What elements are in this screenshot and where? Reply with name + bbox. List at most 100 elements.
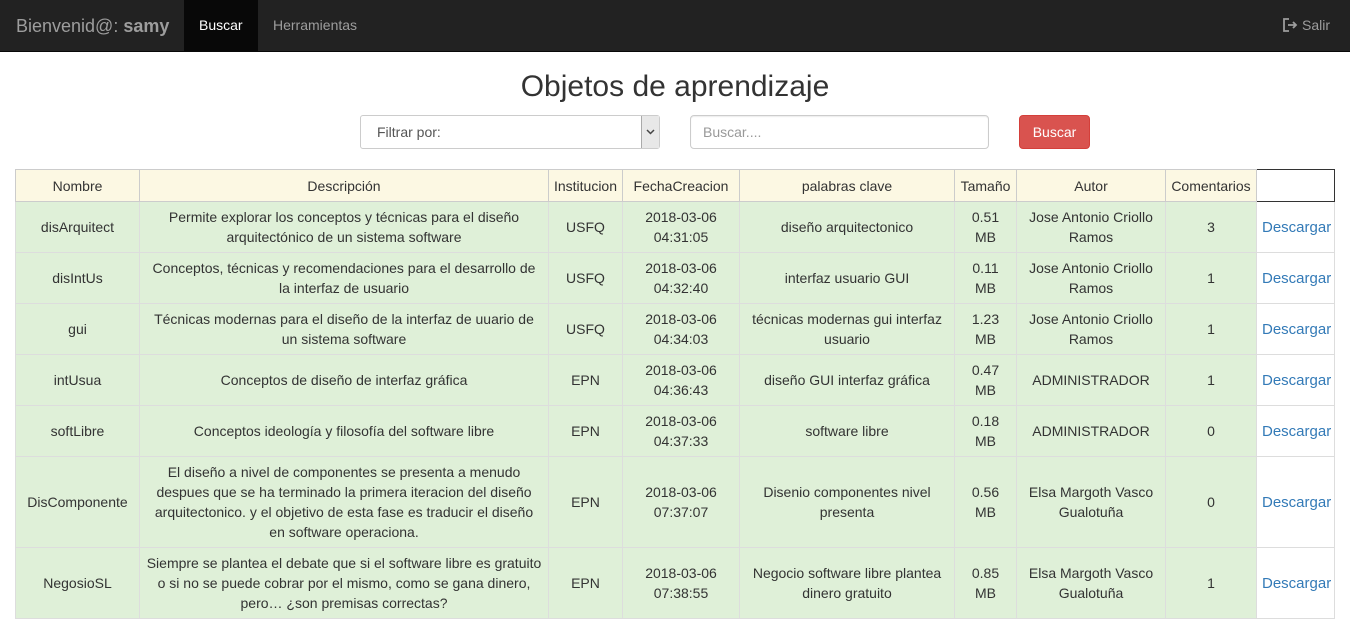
cell-palabras: técnicas modernas gui interfaz usuario [739, 303, 955, 355]
cell-descripcion: Conceptos ideología y filosofía del soft… [139, 405, 549, 457]
top-navbar: Bienvenid@: samy Buscar Herramientas Sal… [0, 0, 1350, 52]
welcome-brand: Bienvenid@: samy [16, 0, 169, 52]
cell-download: Descargar [1256, 303, 1335, 355]
table-row: softLibre Conceptos ideología y filosofí… [15, 405, 1335, 457]
cell-palabras: diseño GUI interfaz gráfica [739, 354, 955, 406]
table-row: disIntUs Conceptos, técnicas y recomenda… [15, 252, 1335, 304]
cell-download: Descargar [1256, 547, 1335, 619]
cell-autor: Elsa Margoth Vasco Gualotuña [1016, 456, 1166, 548]
cell-fecha: 2018-03-06 04:37:33 [622, 405, 740, 457]
cell-descripcion: Conceptos de diseño de interfaz gráfica [139, 354, 549, 406]
comments-link[interactable]: 0 [1165, 405, 1257, 457]
download-link[interactable]: Descargar [1262, 372, 1331, 389]
cell-descripcion: Técnicas modernas para el diseño de la i… [139, 303, 549, 355]
cell-institucion: USFQ [548, 201, 623, 253]
cell-nombre: gui [15, 303, 140, 355]
cell-nombre: intUsua [15, 354, 140, 406]
cell-download: Descargar [1256, 252, 1335, 304]
cell-institucion: USFQ [548, 303, 623, 355]
table-row: gui Técnicas modernas para el diseño de … [15, 303, 1335, 355]
download-link[interactable]: Descargar [1262, 494, 1331, 511]
cell-palabras: interfaz usuario GUI [739, 252, 955, 304]
cell-autor: Jose Antonio Criollo Ramos [1016, 303, 1166, 355]
comments-link[interactable]: 1 [1165, 354, 1257, 406]
cell-download: Descargar [1256, 405, 1335, 457]
cell-download: Descargar [1256, 201, 1335, 253]
column-header-comentarios[interactable]: Comentarios [1165, 169, 1257, 202]
brand-prefix: Bienvenid@: [16, 16, 124, 36]
cell-tamano: 0.85 MB [954, 547, 1017, 619]
cell-download: Descargar [1256, 456, 1335, 548]
cell-download: Descargar [1256, 354, 1335, 406]
download-link[interactable]: Descargar [1262, 575, 1331, 592]
cell-tamano: 0.47 MB [954, 354, 1017, 406]
comments-link[interactable]: 1 [1165, 547, 1257, 619]
cell-nombre: softLibre [15, 405, 140, 457]
cell-tamano: 0.51 MB [954, 201, 1017, 253]
brand-username: samy [123, 16, 170, 36]
column-header-actions [1256, 169, 1335, 202]
table-row: intUsua Conceptos de diseño de interfaz … [15, 354, 1335, 406]
cell-autor: ADMINISTRADOR [1016, 354, 1166, 406]
table-header-row: Nombre Descripción Institucion FechaCrea… [15, 169, 1335, 202]
column-header-palabras[interactable]: palabras clave [739, 169, 955, 202]
search-input[interactable] [690, 115, 989, 149]
comments-link[interactable]: 1 [1165, 252, 1257, 304]
page-title: Objetos de aprendizaje [520, 70, 830, 103]
cell-tamano: 0.11 MB [954, 252, 1017, 304]
cell-palabras: software libre [739, 405, 955, 457]
cell-fecha: 2018-03-06 04:32:40 [622, 252, 740, 304]
comments-link[interactable]: 1 [1165, 303, 1257, 355]
cell-institucion: EPN [548, 405, 623, 457]
cell-autor: Jose Antonio Criollo Ramos [1016, 252, 1166, 304]
cell-nombre: disIntUs [15, 252, 140, 304]
column-header-institucion[interactable]: Institucion [548, 169, 623, 202]
cell-fecha: 2018-03-06 04:31:05 [622, 201, 740, 253]
search-button[interactable]: Buscar [1019, 115, 1090, 149]
cell-descripcion: Permite explorar los conceptos y técnica… [139, 201, 549, 253]
cell-tamano: 0.56 MB [954, 456, 1017, 548]
table-row: DisComponente El diseño a nivel de compo… [15, 456, 1335, 548]
download-link[interactable]: Descargar [1262, 423, 1331, 440]
column-header-nombre[interactable]: Nombre [15, 169, 140, 202]
column-header-descripcion[interactable]: Descripción [139, 169, 549, 202]
cell-descripcion: Siempre se plantea el debate que si el s… [139, 547, 549, 619]
cell-fecha: 2018-03-06 04:34:03 [622, 303, 740, 355]
cell-descripcion: Conceptos, técnicas y recomendaciones pa… [139, 252, 549, 304]
table-row: disArquitect Permite explorar los concep… [15, 201, 1335, 253]
logout-label: Salir [1301, 17, 1330, 33]
comments-link[interactable]: 3 [1165, 201, 1257, 253]
cell-palabras: Negocio software libre plantea dinero gr… [739, 547, 955, 619]
cell-tamano: 1.23 MB [954, 303, 1017, 355]
cell-fecha: 2018-03-06 07:37:07 [622, 456, 740, 548]
cell-descripcion: El diseño a nivel de componentes se pres… [139, 456, 549, 548]
cell-institucion: USFQ [548, 252, 623, 304]
table-row: NegosioSL Siempre se plantea el debate q… [15, 547, 1335, 619]
cell-nombre: NegosioSL [15, 547, 140, 619]
cell-fecha: 2018-03-06 04:36:43 [622, 354, 740, 406]
cell-autor: Jose Antonio Criollo Ramos [1016, 201, 1166, 253]
filter-select-value: Filtrar por: [377, 124, 441, 140]
cell-nombre: disArquitect [15, 201, 140, 253]
column-header-fecha[interactable]: FechaCreacion [622, 169, 740, 202]
logout-icon [1283, 18, 1298, 32]
cell-palabras: diseño arquitectonico [739, 201, 955, 253]
nav-item-buscar[interactable]: Buscar [184, 0, 258, 51]
column-header-tamano[interactable]: Tamaño [954, 169, 1017, 202]
download-link[interactable]: Descargar [1262, 321, 1331, 338]
column-header-autor[interactable]: Autor [1016, 169, 1166, 202]
cell-autor: ADMINISTRADOR [1016, 405, 1166, 457]
nav-item-herramientas[interactable]: Herramientas [258, 0, 372, 51]
cell-institucion: EPN [548, 456, 623, 548]
cell-institucion: EPN [548, 354, 623, 406]
cell-institucion: EPN [548, 547, 623, 619]
comments-link[interactable]: 0 [1165, 456, 1257, 548]
logout-button[interactable]: Salir [1283, 0, 1330, 51]
chevron-down-icon[interactable] [641, 116, 659, 148]
download-link[interactable]: Descargar [1262, 219, 1331, 236]
download-link[interactable]: Descargar [1262, 270, 1331, 287]
filter-select[interactable]: Filtrar por: [360, 115, 660, 149]
cell-fecha: 2018-03-06 07:38:55 [622, 547, 740, 619]
cell-autor: Elsa Margoth Vasco Gualotuña [1016, 547, 1166, 619]
cell-tamano: 0.18 MB [954, 405, 1017, 457]
